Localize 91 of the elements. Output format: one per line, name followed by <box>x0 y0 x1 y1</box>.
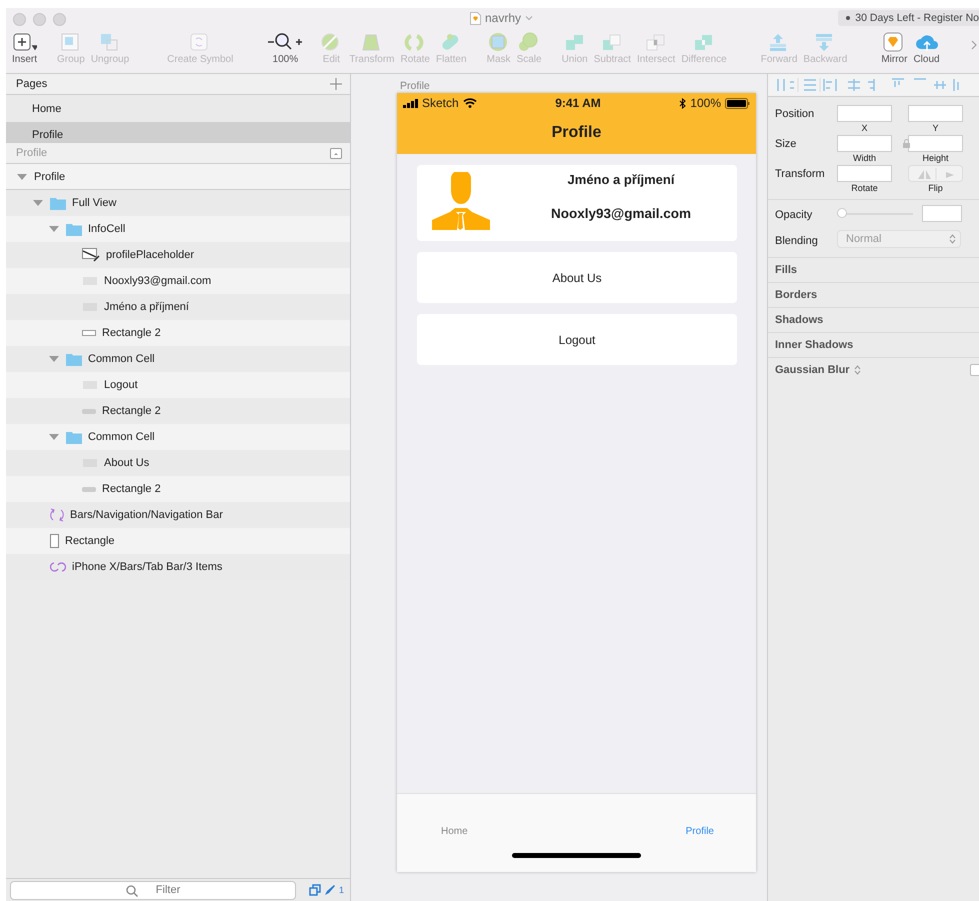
pages-heading: Pages <box>16 78 48 90</box>
search-icon <box>126 884 138 896</box>
bluetooth-icon <box>679 98 686 108</box>
number-field[interactable] <box>837 165 892 182</box>
blending-label: Blending <box>775 234 819 246</box>
field-caption: Y <box>932 123 938 133</box>
field-caption: Width <box>852 153 876 163</box>
zoom-button[interactable] <box>53 12 66 26</box>
field-caption: Height <box>922 153 948 163</box>
document-icon <box>470 12 481 24</box>
property-label: Position <box>775 107 816 120</box>
toolbar-button[interactable]: Cloud <box>911 32 942 65</box>
pen-icon[interactable] <box>324 884 336 896</box>
chevron-icon[interactable] <box>971 40 977 50</box>
lock-icon[interactable] <box>903 139 910 148</box>
filter-count: 1 <box>338 885 344 895</box>
number-field[interactable] <box>837 105 892 122</box>
folder-icon <box>50 196 66 210</box>
section-heading[interactable]: Gaussian Blur <box>775 364 850 376</box>
battery-percent: 100% <box>690 96 721 110</box>
battery-icon <box>725 98 750 108</box>
rectangle-icon <box>82 486 96 492</box>
disclosure-icon[interactable] <box>48 355 60 363</box>
status-time: 9:41 AM <box>555 96 601 110</box>
collapse-icon[interactable] <box>330 148 342 158</box>
disclosure-icon[interactable] <box>48 225 60 233</box>
flip-control[interactable] <box>908 165 963 182</box>
image-layer-icon <box>82 248 100 262</box>
opacity-slider-thumb[interactable] <box>837 208 847 218</box>
layer-row[interactable]: Logout <box>6 372 350 398</box>
layer-row[interactable]: Profile <box>6 164 350 190</box>
opacity-label: Opacity <box>775 208 814 221</box>
property-label: Transform <box>775 167 826 180</box>
number-field[interactable] <box>908 105 963 122</box>
navigation-title: Profile <box>550 124 602 142</box>
field-caption: X <box>861 123 868 133</box>
updown-arrows-icon[interactable] <box>854 365 861 375</box>
user-email: Nooxly93@gmail.com <box>551 206 691 221</box>
number-field[interactable] <box>908 135 963 152</box>
layer-row[interactable]: InfoCell <box>6 216 350 242</box>
section-heading[interactable]: Inner Shadows <box>775 339 854 351</box>
wifi-icon <box>462 98 477 108</box>
folder-icon <box>66 430 82 444</box>
toolbar-button[interactable]: Insert <box>10 32 40 65</box>
page-item[interactable]: Home <box>6 96 350 122</box>
layer-row[interactable]: Common Cell <box>6 424 350 450</box>
close-button[interactable] <box>13 12 26 26</box>
disclosure-icon[interactable] <box>16 172 28 180</box>
person-silhouette-icon <box>432 172 490 230</box>
toolbar-button[interactable]: Mirror <box>879 32 910 65</box>
caret-icon[interactable] <box>525 15 534 21</box>
page-item[interactable]: Profile <box>6 122 350 142</box>
symbol-icon <box>50 508 64 522</box>
opacity-field[interactable] <box>922 205 962 222</box>
magnifier-icon <box>267 32 304 52</box>
signal-icon <box>403 98 418 108</box>
trial-notice[interactable]: 30 Days Left - Register No <box>838 10 979 26</box>
tab-item[interactable]: Home <box>441 826 468 837</box>
carrier-name: Sketch <box>422 96 459 110</box>
folder-icon <box>66 222 82 236</box>
user-name: Jméno a příjmení <box>568 172 674 187</box>
layers-heading: Profile <box>16 147 48 159</box>
section-heading[interactable]: Shadows <box>775 314 824 326</box>
updown-arrows-icon <box>949 234 956 244</box>
add-icon[interactable] <box>330 78 342 90</box>
plus-icon <box>12 32 36 52</box>
menu-cell[interactable]: About Us <box>417 252 737 303</box>
disclosure-icon[interactable] <box>48 433 60 441</box>
folder-icon <box>66 352 82 366</box>
field-caption: Rotate <box>851 183 878 193</box>
toolbar-button[interactable]: 100% <box>265 32 306 65</box>
layer-row[interactable]: Rectangle <box>6 528 350 554</box>
layer-row[interactable]: Rectangle 2 <box>6 320 350 346</box>
filter-field[interactable]: Filter <box>10 880 296 900</box>
disclosure-icon[interactable] <box>32 199 44 207</box>
rectangle-icon <box>82 330 96 336</box>
section-heading[interactable]: Fills <box>775 264 798 276</box>
rectangle-icon <box>82 408 96 414</box>
property-label: Size <box>775 137 798 150</box>
layer-row[interactable]: Nooxly93@gmail.com <box>6 268 350 294</box>
menu-cell[interactable]: Logout <box>417 314 737 365</box>
rectangle-icon <box>50 534 59 548</box>
checkbox[interactable] <box>970 364 979 376</box>
copy-icon[interactable] <box>309 884 322 896</box>
symbol-icon <box>50 561 66 573</box>
field-caption: Flip <box>928 183 943 193</box>
minimize-button[interactable] <box>33 12 46 26</box>
number-field[interactable] <box>837 135 892 152</box>
window-title: navrhy <box>485 11 522 25</box>
layer-row[interactable]: Rectangle 2 <box>6 476 350 502</box>
section-heading[interactable]: Borders <box>775 289 818 301</box>
